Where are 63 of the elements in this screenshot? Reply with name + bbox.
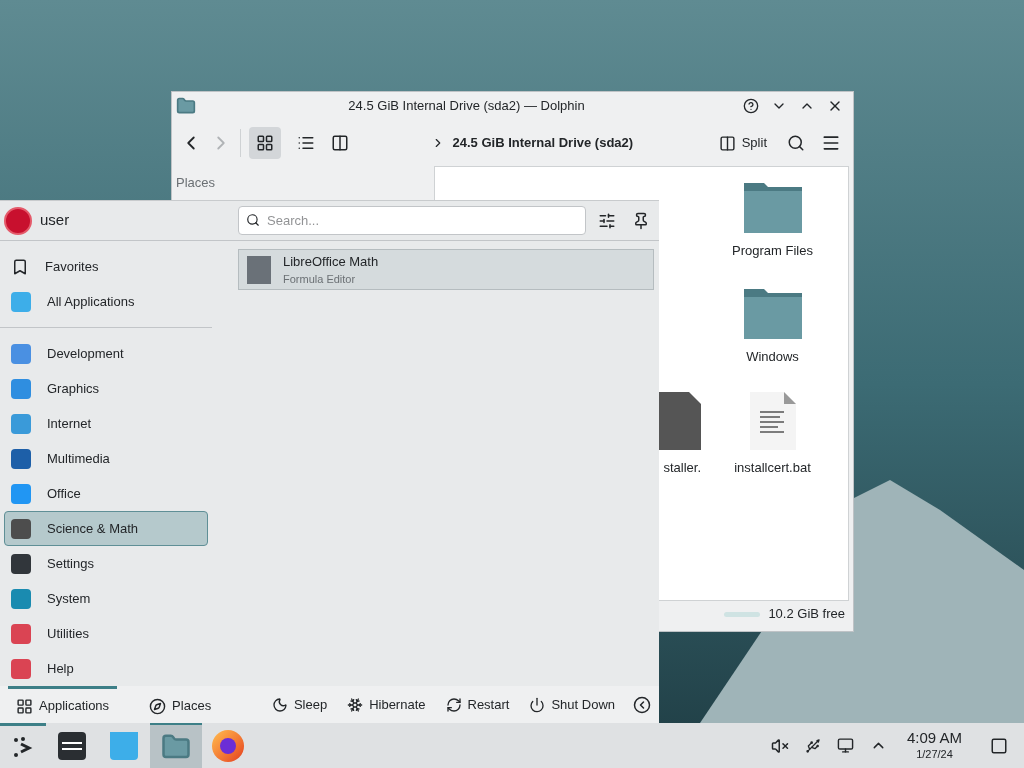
power-button[interactable]: Hibernate (341, 694, 432, 715)
category-item[interactable]: Multimedia (4, 441, 208, 477)
free-space-label: 10.2 GiB free (768, 605, 845, 624)
category-item[interactable]: Graphics (4, 371, 208, 407)
category-item[interactable]: All Applications (4, 284, 208, 320)
category-item[interactable]: Office (4, 476, 208, 512)
bookmark-icon (11, 257, 29, 276)
folder-icon (743, 181, 802, 233)
settings-app-icon[interactable] (58, 731, 86, 760)
power-button[interactable]: Sleep (265, 694, 334, 715)
search-icon[interactable] (787, 134, 805, 152)
folder-icon (176, 96, 196, 116)
grid-icon (16, 697, 33, 715)
columns-icon[interactable] (331, 134, 349, 152)
pin-icon[interactable] (632, 211, 650, 230)
folder-icon (743, 286, 802, 339)
user-name: user (40, 210, 70, 231)
split-icon (718, 134, 736, 152)
split-button[interactable]: Split (714, 133, 771, 153)
icons-view-button[interactable] (249, 127, 281, 159)
breadcrumb[interactable]: 24.5 GiB Internal Drive (sda2) (452, 133, 634, 153)
menu-icon[interactable] (821, 133, 841, 153)
category-item[interactable]: Science & Math (4, 511, 208, 547)
category-item[interactable]: Favorites (4, 249, 208, 285)
category-item[interactable]: Settings (4, 546, 208, 582)
category-item[interactable]: Help (4, 651, 208, 687)
app-description: Formula Editor (283, 272, 357, 288)
category-item[interactable]: Utilities (4, 616, 208, 652)
power-icon (529, 696, 546, 713)
clock-time[interactable]: 4:09 AM (906, 729, 962, 748)
snowflake-icon (347, 696, 364, 713)
places-heading: Places (176, 175, 216, 190)
window-title: 24.5 GiB Internal Drive (sda2) — Dolphin (347, 97, 586, 116)
compass-icon (149, 697, 167, 715)
application-result[interactable]: LibreOffice Math Formula Editor (238, 249, 654, 291)
file-name[interactable]: Windows (746, 346, 799, 366)
power-button[interactable]: Shut Down (523, 694, 621, 715)
restart-icon (445, 696, 462, 713)
show-desktop-icon[interactable] (990, 736, 1008, 755)
muted-speaker-icon[interactable] (770, 736, 789, 755)
sleep-icon (271, 696, 288, 713)
file-name[interactable]: installcert.bat (734, 458, 811, 478)
avatar-icon[interactable] (4, 206, 32, 235)
filter-icon[interactable] (598, 211, 616, 230)
launcher-tab[interactable]: Places (141, 686, 220, 723)
grid-icon (256, 134, 274, 152)
power-button[interactable]: Restart (439, 694, 516, 715)
network-icon[interactable] (836, 737, 854, 754)
file-name[interactable]: Program Files (732, 241, 813, 261)
category-item[interactable]: Development (4, 336, 208, 372)
browser-icon[interactable] (212, 729, 244, 762)
collapse-icon[interactable] (633, 695, 651, 714)
clock-date[interactable]: 1/27/24 (916, 748, 953, 762)
list-icon[interactable] (297, 134, 315, 152)
category-item[interactable]: System (4, 581, 208, 617)
help-icon[interactable] (743, 98, 759, 114)
search-icon (246, 213, 260, 228)
text-file-icon (749, 392, 796, 450)
file-name[interactable]: staller. (663, 458, 701, 478)
category-item[interactable]: Internet (4, 406, 208, 442)
app-name: LibreOffice Math (283, 252, 379, 271)
usb-icon[interactable] (804, 737, 821, 754)
search-field[interactable]: Search... (238, 206, 586, 236)
